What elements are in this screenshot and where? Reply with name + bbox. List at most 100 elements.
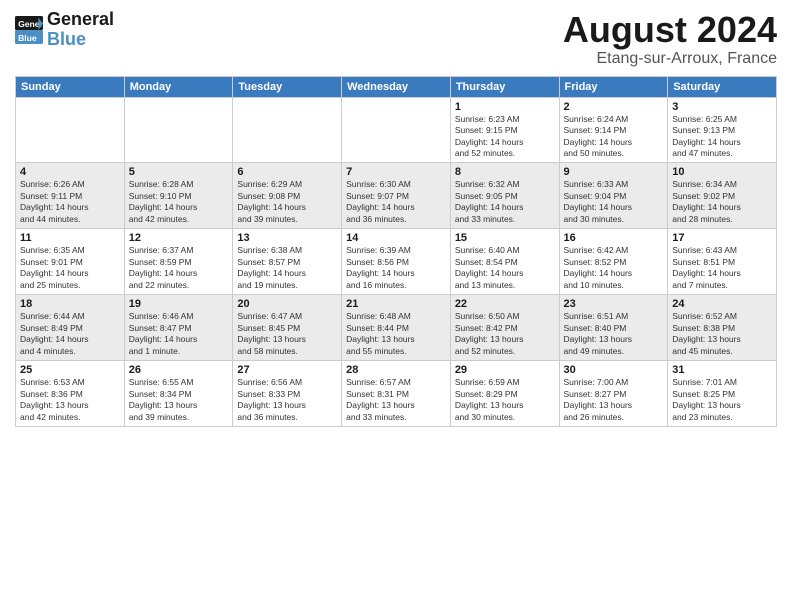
table-row: 22Sunrise: 6:50 AM Sunset: 8:42 PM Dayli… <box>450 295 559 361</box>
day-number: 26 <box>129 364 229 376</box>
logo: General Blue GeneralBlue <box>15 10 114 50</box>
day-number: 30 <box>564 364 664 376</box>
table-row: 7Sunrise: 6:30 AM Sunset: 9:07 PM Daylig… <box>342 163 451 229</box>
calendar-header-row: Sunday Monday Tuesday Wednesday Thursday… <box>16 76 777 97</box>
table-row: 12Sunrise: 6:37 AM Sunset: 8:59 PM Dayli… <box>124 229 233 295</box>
table-row: 6Sunrise: 6:29 AM Sunset: 9:08 PM Daylig… <box>233 163 342 229</box>
table-row: 15Sunrise: 6:40 AM Sunset: 8:54 PM Dayli… <box>450 229 559 295</box>
logo-text: GeneralBlue <box>47 10 114 50</box>
day-info: Sunrise: 6:25 AM Sunset: 9:13 PM Dayligh… <box>672 114 772 160</box>
day-number: 6 <box>237 166 337 178</box>
day-info: Sunrise: 6:53 AM Sunset: 8:36 PM Dayligh… <box>20 377 120 423</box>
table-row: 18Sunrise: 6:44 AM Sunset: 8:49 PM Dayli… <box>16 295 125 361</box>
table-row: 13Sunrise: 6:38 AM Sunset: 8:57 PM Dayli… <box>233 229 342 295</box>
day-info: Sunrise: 6:55 AM Sunset: 8:34 PM Dayligh… <box>129 377 229 423</box>
day-info: Sunrise: 6:33 AM Sunset: 9:04 PM Dayligh… <box>564 179 664 225</box>
calendar-week-row: 1Sunrise: 6:23 AM Sunset: 9:15 PM Daylig… <box>16 97 777 163</box>
table-row: 30Sunrise: 7:00 AM Sunset: 8:27 PM Dayli… <box>559 361 668 427</box>
calendar-week-row: 4Sunrise: 6:26 AM Sunset: 9:11 PM Daylig… <box>16 163 777 229</box>
col-saturday: Saturday <box>668 76 777 97</box>
day-info: Sunrise: 6:47 AM Sunset: 8:45 PM Dayligh… <box>237 311 337 357</box>
table-row: 14Sunrise: 6:39 AM Sunset: 8:56 PM Dayli… <box>342 229 451 295</box>
day-info: Sunrise: 7:01 AM Sunset: 8:25 PM Dayligh… <box>672 377 772 423</box>
table-row <box>16 97 125 163</box>
day-info: Sunrise: 6:46 AM Sunset: 8:47 PM Dayligh… <box>129 311 229 357</box>
day-number: 16 <box>564 232 664 244</box>
table-row: 8Sunrise: 6:32 AM Sunset: 9:05 PM Daylig… <box>450 163 559 229</box>
day-number: 18 <box>20 298 120 310</box>
day-number: 21 <box>346 298 446 310</box>
table-row: 24Sunrise: 6:52 AM Sunset: 8:38 PM Dayli… <box>668 295 777 361</box>
day-number: 17 <box>672 232 772 244</box>
day-number: 20 <box>237 298 337 310</box>
day-number: 28 <box>346 364 446 376</box>
day-number: 27 <box>237 364 337 376</box>
day-number: 7 <box>346 166 446 178</box>
day-info: Sunrise: 6:32 AM Sunset: 9:05 PM Dayligh… <box>455 179 555 225</box>
col-tuesday: Tuesday <box>233 76 342 97</box>
day-info: Sunrise: 7:00 AM Sunset: 8:27 PM Dayligh… <box>564 377 664 423</box>
day-info: Sunrise: 6:29 AM Sunset: 9:08 PM Dayligh… <box>237 179 337 225</box>
col-sunday: Sunday <box>16 76 125 97</box>
day-info: Sunrise: 6:34 AM Sunset: 9:02 PM Dayligh… <box>672 179 772 225</box>
table-row: 28Sunrise: 6:57 AM Sunset: 8:31 PM Dayli… <box>342 361 451 427</box>
table-row <box>124 97 233 163</box>
table-row: 9Sunrise: 6:33 AM Sunset: 9:04 PM Daylig… <box>559 163 668 229</box>
table-row: 25Sunrise: 6:53 AM Sunset: 8:36 PM Dayli… <box>16 361 125 427</box>
table-row: 10Sunrise: 6:34 AM Sunset: 9:02 PM Dayli… <box>668 163 777 229</box>
day-info: Sunrise: 6:23 AM Sunset: 9:15 PM Dayligh… <box>455 114 555 160</box>
col-friday: Friday <box>559 76 668 97</box>
day-number: 1 <box>455 101 555 113</box>
day-number: 2 <box>564 101 664 113</box>
table-row: 19Sunrise: 6:46 AM Sunset: 8:47 PM Dayli… <box>124 295 233 361</box>
table-row: 11Sunrise: 6:35 AM Sunset: 9:01 PM Dayli… <box>16 229 125 295</box>
day-info: Sunrise: 6:38 AM Sunset: 8:57 PM Dayligh… <box>237 245 337 291</box>
day-info: Sunrise: 6:43 AM Sunset: 8:51 PM Dayligh… <box>672 245 772 291</box>
table-row: 17Sunrise: 6:43 AM Sunset: 8:51 PM Dayli… <box>668 229 777 295</box>
day-info: Sunrise: 6:44 AM Sunset: 8:49 PM Dayligh… <box>20 311 120 357</box>
day-info: Sunrise: 6:50 AM Sunset: 8:42 PM Dayligh… <box>455 311 555 357</box>
day-info: Sunrise: 6:39 AM Sunset: 8:56 PM Dayligh… <box>346 245 446 291</box>
day-number: 3 <box>672 101 772 113</box>
calendar-week-row: 18Sunrise: 6:44 AM Sunset: 8:49 PM Dayli… <box>16 295 777 361</box>
col-wednesday: Wednesday <box>342 76 451 97</box>
day-number: 4 <box>20 166 120 178</box>
calendar-table: Sunday Monday Tuesday Wednesday Thursday… <box>15 76 777 427</box>
day-number: 13 <box>237 232 337 244</box>
table-row: 23Sunrise: 6:51 AM Sunset: 8:40 PM Dayli… <box>559 295 668 361</box>
day-number: 22 <box>455 298 555 310</box>
day-number: 23 <box>564 298 664 310</box>
day-number: 15 <box>455 232 555 244</box>
subtitle: Etang-sur-Arroux, France <box>563 50 777 68</box>
table-row <box>233 97 342 163</box>
day-number: 14 <box>346 232 446 244</box>
day-info: Sunrise: 6:48 AM Sunset: 8:44 PM Dayligh… <box>346 311 446 357</box>
col-monday: Monday <box>124 76 233 97</box>
calendar-week-row: 11Sunrise: 6:35 AM Sunset: 9:01 PM Dayli… <box>16 229 777 295</box>
table-row <box>342 97 451 163</box>
main-title: August 2024 <box>563 10 777 50</box>
logo-icon: General Blue <box>15 16 43 44</box>
table-row: 5Sunrise: 6:28 AM Sunset: 9:10 PM Daylig… <box>124 163 233 229</box>
table-row: 3Sunrise: 6:25 AM Sunset: 9:13 PM Daylig… <box>668 97 777 163</box>
day-number: 31 <box>672 364 772 376</box>
day-info: Sunrise: 6:42 AM Sunset: 8:52 PM Dayligh… <box>564 245 664 291</box>
day-info: Sunrise: 6:56 AM Sunset: 8:33 PM Dayligh… <box>237 377 337 423</box>
day-info: Sunrise: 6:57 AM Sunset: 8:31 PM Dayligh… <box>346 377 446 423</box>
day-info: Sunrise: 6:26 AM Sunset: 9:11 PM Dayligh… <box>20 179 120 225</box>
day-number: 9 <box>564 166 664 178</box>
day-info: Sunrise: 6:24 AM Sunset: 9:14 PM Dayligh… <box>564 114 664 160</box>
day-number: 8 <box>455 166 555 178</box>
day-number: 5 <box>129 166 229 178</box>
day-number: 24 <box>672 298 772 310</box>
day-info: Sunrise: 6:35 AM Sunset: 9:01 PM Dayligh… <box>20 245 120 291</box>
day-info: Sunrise: 6:28 AM Sunset: 9:10 PM Dayligh… <box>129 179 229 225</box>
table-row: 27Sunrise: 6:56 AM Sunset: 8:33 PM Dayli… <box>233 361 342 427</box>
title-section: August 2024 Etang-sur-Arroux, France <box>563 10 777 68</box>
header: General Blue GeneralBlue August 2024 Eta… <box>15 10 777 68</box>
svg-text:Blue: Blue <box>18 33 37 43</box>
table-row: 26Sunrise: 6:55 AM Sunset: 8:34 PM Dayli… <box>124 361 233 427</box>
calendar-week-row: 25Sunrise: 6:53 AM Sunset: 8:36 PM Dayli… <box>16 361 777 427</box>
day-info: Sunrise: 6:30 AM Sunset: 9:07 PM Dayligh… <box>346 179 446 225</box>
day-info: Sunrise: 6:37 AM Sunset: 8:59 PM Dayligh… <box>129 245 229 291</box>
